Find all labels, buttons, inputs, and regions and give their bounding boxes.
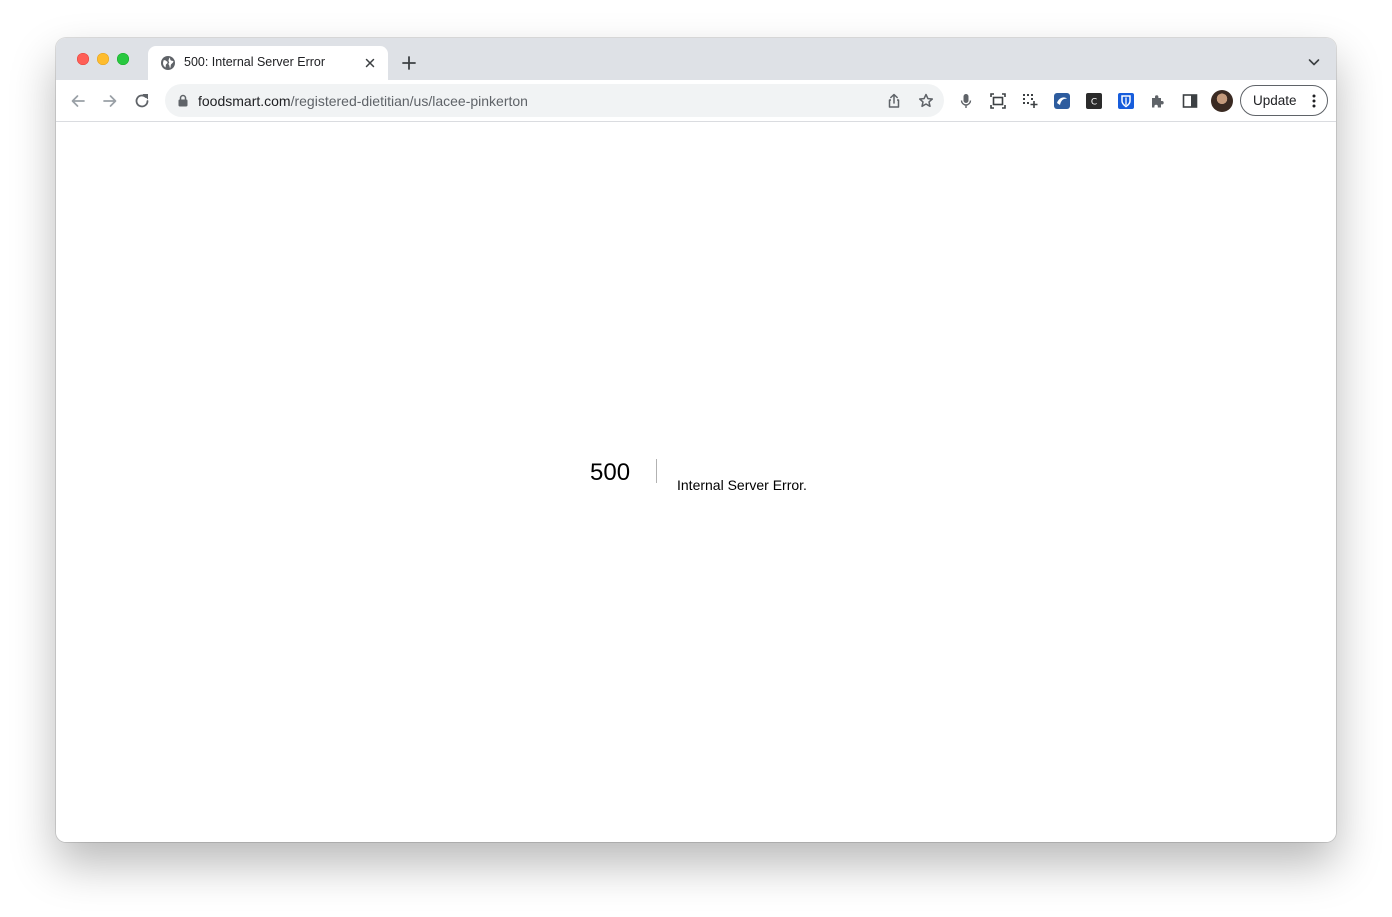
- new-tab-plus-icon[interactable]: [400, 54, 418, 72]
- lock-icon[interactable]: [177, 94, 189, 107]
- tab-strip: 500: Internal Server Error: [56, 38, 1336, 80]
- error-code: 500: [590, 459, 631, 486]
- page-content: 500 Internal Server Error.: [56, 123, 1336, 842]
- minimize-window-button[interactable]: [97, 53, 109, 65]
- update-button[interactable]: Update: [1240, 85, 1328, 116]
- profile-avatar[interactable]: [1211, 90, 1233, 112]
- address-bar[interactable]: foodsmart.com/registered-dietitian/us/la…: [165, 84, 944, 117]
- url-domain: foodsmart.com: [198, 93, 291, 109]
- reload-button[interactable]: [132, 91, 152, 111]
- reload-icon: [135, 94, 149, 108]
- puzzle-icon[interactable]: [1149, 92, 1167, 110]
- back-button[interactable]: [68, 91, 88, 111]
- tab-title: 500: Internal Server Error: [184, 55, 326, 69]
- grid-select-icon[interactable]: [1021, 92, 1039, 110]
- more-menu-icon: [1312, 94, 1316, 108]
- blue-extension-icon[interactable]: [1053, 92, 1071, 110]
- error-divider: [656, 459, 657, 483]
- chevron-down-icon[interactable]: [1306, 54, 1322, 70]
- bitwarden-shield-icon[interactable]: [1117, 92, 1135, 110]
- error-message: Internal Server Error.: [677, 477, 807, 493]
- close-window-button[interactable]: [77, 53, 89, 65]
- bookmark-star-icon[interactable]: [917, 92, 935, 110]
- forward-button[interactable]: [100, 91, 120, 111]
- screenshot-icon[interactable]: [989, 92, 1007, 110]
- maximize-window-button[interactable]: [117, 53, 129, 65]
- c-extension-icon[interactable]: C: [1085, 92, 1103, 110]
- url-text[interactable]: foodsmart.com/registered-dietitian/us/la…: [198, 93, 528, 109]
- arrow-right-icon: [103, 95, 117, 107]
- svg-text:C: C: [1091, 98, 1097, 108]
- side-panel-icon[interactable]: [1181, 92, 1199, 110]
- arrow-left-icon: [71, 95, 85, 107]
- close-icon[interactable]: [362, 55, 378, 71]
- globe-icon: [161, 56, 175, 70]
- browser-toolbar: foodsmart.com/registered-dietitian/us/la…: [56, 80, 1336, 122]
- microphone-icon[interactable]: [957, 92, 975, 110]
- url-path: /registered-dietitian/us/lacee-pinkerton: [290, 93, 528, 109]
- share-icon[interactable]: [885, 92, 903, 110]
- browser-window: 500: Internal Server Error foodsmart.com…: [56, 38, 1336, 842]
- tab-active[interactable]: 500: Internal Server Error: [148, 46, 388, 80]
- update-button-label: Update: [1253, 93, 1297, 108]
